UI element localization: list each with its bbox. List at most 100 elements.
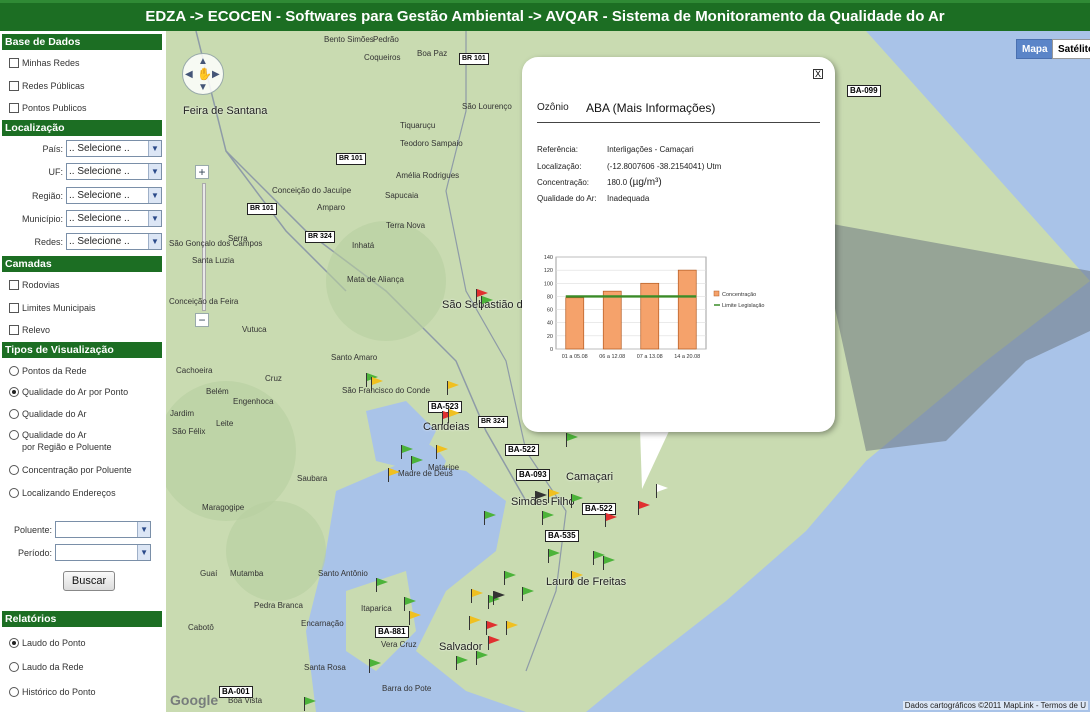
hand-icon: ✋ bbox=[197, 67, 212, 81]
station-flag[interactable] bbox=[409, 611, 423, 625]
radio-historico-ponto[interactable]: Histórico do Ponto bbox=[9, 686, 96, 698]
radio-laudo-ponto[interactable]: Laudo do Ponto bbox=[9, 637, 86, 649]
station-flag[interactable] bbox=[603, 556, 617, 570]
station-flag[interactable] bbox=[486, 621, 500, 635]
chevron-down-icon[interactable]: ▼ bbox=[148, 234, 161, 249]
station-flag[interactable] bbox=[388, 468, 402, 482]
zoom-in-button[interactable]: + bbox=[195, 165, 209, 179]
chart-xtick-label: 07 a 13.08 bbox=[637, 354, 663, 360]
chevron-down-icon[interactable]: ▼ bbox=[148, 141, 161, 156]
station-flag[interactable] bbox=[471, 589, 485, 603]
station-flag[interactable] bbox=[448, 409, 462, 423]
zoom-out-button[interactable]: − bbox=[195, 313, 209, 327]
pan-right-icon[interactable]: ▶ bbox=[212, 69, 220, 80]
station-flag[interactable] bbox=[436, 445, 450, 459]
radio-circle[interactable] bbox=[9, 430, 19, 440]
chevron-down-icon[interactable]: ▼ bbox=[148, 188, 161, 203]
buscar-button[interactable]: Buscar bbox=[63, 571, 115, 591]
regiao-select[interactable]: .. Selecione .. ▼ bbox=[66, 187, 162, 204]
place-label: Santo Antônio bbox=[318, 569, 368, 578]
checkbox-box[interactable] bbox=[9, 280, 19, 290]
checkbox-label: Redes Públicas bbox=[22, 81, 85, 91]
map-type-satelite-button[interactable]: Satélite bbox=[1052, 39, 1090, 59]
radio-circle[interactable] bbox=[9, 687, 19, 697]
station-flag[interactable] bbox=[376, 578, 390, 592]
station-flag[interactable] bbox=[504, 571, 518, 585]
highway-shield: BR 324 bbox=[478, 416, 508, 428]
checkbox-rodovias[interactable]: Rodovias bbox=[9, 280, 60, 290]
radio-circle[interactable] bbox=[9, 409, 19, 419]
station-flag[interactable] bbox=[481, 296, 495, 310]
station-flag[interactable] bbox=[548, 549, 562, 563]
station-flag[interactable] bbox=[506, 621, 520, 635]
chevron-down-icon[interactable]: ▼ bbox=[148, 164, 161, 179]
station-flag[interactable] bbox=[535, 491, 549, 505]
chevron-down-icon[interactable]: ▼ bbox=[137, 522, 151, 537]
radio-circle[interactable] bbox=[9, 387, 19, 397]
checkbox-box[interactable] bbox=[9, 103, 19, 113]
station-flag[interactable] bbox=[411, 456, 425, 470]
selected-station-marker[interactable] bbox=[656, 484, 670, 498]
radio-circle[interactable] bbox=[9, 465, 19, 475]
station-flag[interactable] bbox=[522, 587, 536, 601]
redes-select[interactable]: .. Selecione .. ▼ bbox=[66, 233, 162, 250]
checkbox-label: Rodovias bbox=[22, 280, 60, 290]
radio-concentracao-poluente[interactable]: Concentração por Poluente bbox=[9, 464, 132, 476]
station-flag[interactable] bbox=[469, 616, 483, 630]
station-flag[interactable] bbox=[571, 571, 585, 585]
checkbox-box[interactable] bbox=[9, 325, 19, 335]
municipio-select[interactable]: .. Selecione .. ▼ bbox=[66, 210, 162, 227]
station-flag[interactable] bbox=[456, 656, 470, 670]
tab-ozonio[interactable]: Ozônio bbox=[537, 102, 569, 113]
pan-control[interactable]: ▲ ▼ ◀ ▶ ✋ bbox=[182, 53, 224, 95]
checkbox-pontos-publicos[interactable]: Pontos Publicos bbox=[9, 103, 87, 113]
radio-circle[interactable] bbox=[9, 638, 19, 648]
periodo-select[interactable]: ▼ bbox=[55, 544, 152, 561]
station-flag[interactable] bbox=[488, 636, 502, 650]
pais-select[interactable]: .. Selecione .. ▼ bbox=[66, 140, 162, 157]
radio-circle[interactable] bbox=[9, 662, 19, 672]
radio-qualidade-regiao-poluente[interactable]: Qualidade do Ar por Região e Poluente bbox=[9, 429, 112, 453]
chevron-down-icon[interactable]: ▼ bbox=[137, 545, 151, 560]
pan-down-icon[interactable]: ▼ bbox=[198, 82, 208, 93]
checkbox-box[interactable] bbox=[9, 303, 19, 313]
checkbox-redes-publicas[interactable]: Redes Públicas bbox=[9, 81, 85, 91]
station-flag[interactable] bbox=[542, 511, 556, 525]
map-canvas[interactable]: Mapa Satélite ▲ ▼ ◀ ▶ ✋ + − Feira de San… bbox=[166, 31, 1090, 712]
station-flag[interactable] bbox=[484, 511, 498, 525]
station-flag[interactable] bbox=[638, 501, 652, 515]
station-flag[interactable] bbox=[605, 513, 619, 527]
checkbox-limites-municipais[interactable]: Limites Municipais bbox=[9, 303, 96, 313]
station-flag[interactable] bbox=[404, 597, 418, 611]
pan-up-icon[interactable]: ▲ bbox=[198, 56, 208, 67]
poluente-select[interactable]: ▼ bbox=[55, 521, 152, 538]
radio-qualidade-por-ponto[interactable]: Qualidade do Ar por Ponto bbox=[9, 386, 128, 398]
checkbox-minhas-redes[interactable]: Minhas Redes bbox=[9, 58, 80, 68]
google-logo: Google bbox=[170, 692, 219, 708]
radio-circle[interactable] bbox=[9, 366, 19, 376]
radio-qualidade-do-ar[interactable]: Qualidade do Ar bbox=[9, 408, 87, 420]
station-flag[interactable] bbox=[571, 494, 585, 508]
close-icon[interactable]: X bbox=[813, 69, 823, 79]
chevron-down-icon[interactable]: ▼ bbox=[148, 211, 161, 226]
pan-left-icon[interactable]: ◀ bbox=[185, 69, 193, 80]
station-flag[interactable] bbox=[369, 659, 383, 673]
station-flag[interactable] bbox=[476, 651, 490, 665]
uf-select[interactable]: .. Selecione .. ▼ bbox=[66, 163, 162, 180]
station-flag[interactable] bbox=[447, 381, 461, 395]
radio-localizando-enderecos[interactable]: Localizando Endereços bbox=[9, 487, 116, 499]
checkbox-box[interactable] bbox=[9, 58, 19, 68]
station-flag[interactable] bbox=[566, 433, 580, 447]
map-credits[interactable]: Dados cartográficos ©2011 MapLink - Term… bbox=[902, 701, 1088, 710]
radio-laudo-rede[interactable]: Laudo da Rede bbox=[9, 661, 84, 673]
station-flag[interactable] bbox=[304, 697, 318, 711]
chart-xtick-label: 06 a 12.08 bbox=[599, 354, 625, 360]
checkbox-box[interactable] bbox=[9, 81, 19, 91]
station-flag[interactable] bbox=[548, 489, 562, 503]
station-flag[interactable] bbox=[493, 591, 507, 605]
station-flag[interactable] bbox=[371, 377, 385, 391]
radio-circle[interactable] bbox=[9, 488, 19, 498]
radio-pontos-da-rede[interactable]: Pontos da Rede bbox=[9, 365, 87, 377]
checkbox-relevo[interactable]: Relevo bbox=[9, 325, 50, 335]
map-type-mapa-button[interactable]: Mapa bbox=[1016, 39, 1054, 59]
